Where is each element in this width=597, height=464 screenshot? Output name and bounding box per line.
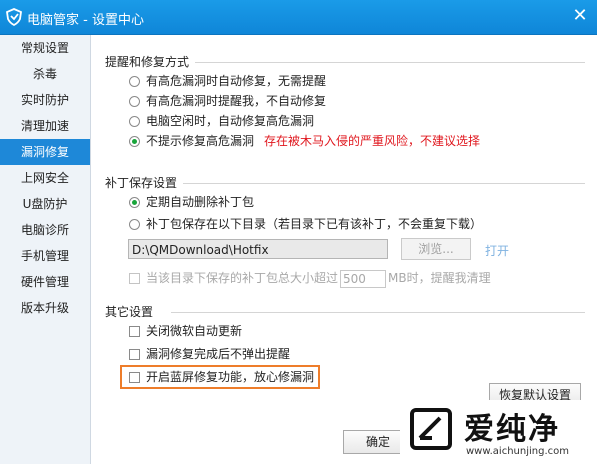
sidebar-item-vulnerability-fix[interactable]: 漏洞修复	[0, 139, 90, 165]
radio-auto-delete-patches[interactable]: 定期自动删除补丁包	[129, 193, 254, 211]
sidebar-item-web-security[interactable]: 上网安全	[0, 165, 90, 191]
radio-prompt-no-auto-fix[interactable]: 有高危漏洞时提醒我，不自动修复	[129, 92, 326, 110]
sidebar-item-version-upgrade[interactable]: 版本升级	[0, 295, 90, 321]
radio-button[interactable]	[129, 219, 140, 230]
shield-logo-icon	[6, 8, 22, 26]
checkbox-disable-ms-update[interactable]: 关闭微软自动更新	[129, 322, 242, 340]
sidebar-item-antivirus[interactable]: 杀毒	[0, 61, 90, 87]
section-title-repair-mode: 提醒和修复方式	[105, 55, 190, 69]
sidebar-item-realtime-protection[interactable]: 实时防护	[0, 87, 90, 113]
sidebar-item-cleanup[interactable]: 清理加速	[0, 113, 90, 139]
section-divider	[183, 183, 585, 184]
browse-button[interactable]: 浏览...	[401, 238, 471, 260]
radio-button[interactable]	[129, 76, 140, 87]
radio-auto-fix-no-prompt[interactable]: 有高危漏洞时自动修复，无需提醒	[129, 72, 326, 90]
section-divider	[171, 312, 585, 313]
sidebar-item-hardware-management[interactable]: 硬件管理	[0, 269, 90, 295]
sidebar-item-phone-management[interactable]: 手机管理	[0, 243, 90, 269]
section-title-other: 其它设置	[105, 305, 154, 319]
radio-button-checked[interactable]	[129, 136, 140, 147]
section-divider	[195, 62, 585, 63]
checkbox-size-reminder[interactable]: 当该目录下保存的补丁包总大小超过 500 MB时，提醒我清理	[129, 269, 491, 288]
radio-save-patches-dir[interactable]: 补丁包保存在以下目录（若目录下已有该补丁，不会重复下载）	[129, 215, 482, 233]
risk-warning-text: 存在被木马入侵的严重风险，不建议选择	[264, 134, 481, 148]
sidebar-item-pc-clinic[interactable]: 电脑诊所	[0, 217, 90, 243]
watermark-name: 爱纯净	[464, 412, 560, 447]
title-bar: 电脑管家 - 设置中心 ✕	[0, 0, 597, 35]
checkbox[interactable]	[129, 273, 140, 284]
checkbox-no-popup-after-fix[interactable]: 漏洞修复完成后不弹出提醒	[129, 345, 290, 363]
open-folder-link[interactable]: 打开	[485, 242, 509, 259]
checkbox[interactable]	[129, 326, 140, 337]
watermark-url: www.aichunjing.com	[466, 446, 569, 457]
sidebar-item-usb-protection[interactable]: U盘防护	[0, 191, 90, 217]
radio-button[interactable]	[129, 116, 140, 127]
watermark: 爱纯净 www.aichunjing.com	[400, 400, 597, 464]
close-button[interactable]: ✕	[569, 6, 591, 28]
radio-idle-auto-fix[interactable]: 电脑空闲时，自动修复高危漏洞	[129, 112, 314, 130]
section-title-patch-save: 补丁保存设置	[105, 176, 178, 190]
size-limit-input[interactable]: 500	[340, 269, 387, 288]
window-title: 电脑管家 - 设置中心	[27, 13, 144, 28]
checkbox[interactable]	[129, 349, 140, 360]
watermark-logo-icon	[410, 408, 452, 450]
radio-no-prompt[interactable]: 不提示修复高危漏洞 存在被木马入侵的严重风险，不建议选择	[129, 132, 480, 150]
radio-button-checked[interactable]	[129, 197, 140, 208]
patch-directory-field[interactable]: D:\QMDownload\Hotfix	[128, 239, 388, 259]
sidebar-item-general[interactable]: 常规设置	[0, 35, 90, 61]
highlight-box	[120, 365, 320, 389]
radio-button[interactable]	[129, 96, 140, 107]
sidebar: 常规设置 杀毒 实时防护 清理加速 漏洞修复 上网安全 U盘防护 电脑诊所 手机…	[0, 35, 91, 464]
